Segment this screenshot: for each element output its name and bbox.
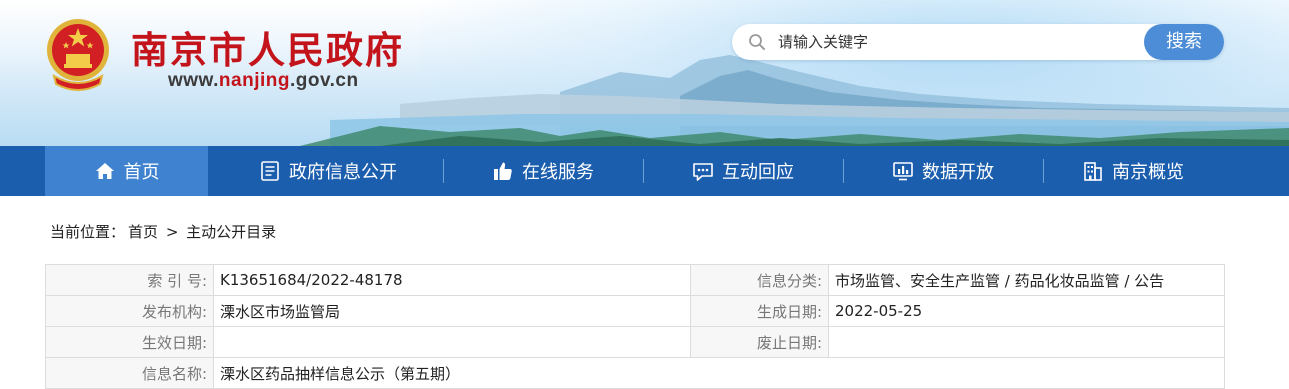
table-row: 信息名称: 溧水区药品抽样信息公示（第五期） [45, 357, 1225, 389]
nav-item-label: 在线服务 [522, 162, 594, 183]
publisher-label: 发布机构: [45, 295, 214, 327]
home-icon [95, 163, 114, 179]
breadcrumb-home-link[interactable]: 首页 [128, 223, 158, 241]
info-name-label: 信息名称: [45, 357, 214, 389]
index-value: K13651684/2022-48178 [213, 264, 691, 296]
search-input[interactable] [778, 30, 1138, 54]
breadcrumb: 当前位置： 首页 > 主动公开目录 [50, 221, 279, 242]
publisher-value: 溧水区市场监管局 [213, 295, 691, 327]
breadcrumb-separator: > [165, 223, 179, 241]
main-nav: 首页 政府信息公开 在线服务 互动回应 数据开放 南京概览 [0, 146, 1289, 196]
header-banner: 南京市人民政府 www.nanjing.gov.cn 搜索 [0, 0, 1289, 146]
breadcrumb-current[interactable]: 主动公开目录 [186, 223, 276, 241]
nav-item-label: 南京概览 [1112, 162, 1184, 183]
table-row: 发布机构: 溧水区市场监管局 生成日期: 2022-05-25 [45, 295, 1225, 327]
nav-item-label: 首页 [123, 162, 160, 183]
nav-item-open-data[interactable]: 数据开放 [843, 146, 1043, 196]
created-date-label: 生成日期: [690, 295, 829, 327]
category-label: 信息分类: [690, 264, 829, 296]
nav-item-gov-info[interactable]: 政府信息公开 [228, 146, 428, 196]
document-icon [261, 161, 279, 181]
table-row: 生效日期: 废止日期: [45, 326, 1225, 358]
effective-date-label: 生效日期: [45, 326, 214, 358]
index-label: 索 引 号: [45, 264, 214, 296]
nav-item-label: 互动回应 [722, 162, 794, 183]
nav-item-nanjing-overview[interactable]: 南京概览 [1043, 146, 1223, 196]
table-row: 索 引 号: K13651684/2022-48178 信息分类: 市场监管、安… [45, 264, 1225, 296]
nav-item-interaction[interactable]: 互动回应 [643, 146, 843, 196]
nav-item-label: 数据开放 [922, 162, 994, 183]
national-emblem-icon [47, 19, 109, 91]
search-icon [749, 34, 765, 50]
info-table: 索 引 号: K13651684/2022-48178 信息分类: 市场监管、安… [45, 264, 1225, 389]
chat-icon [693, 163, 713, 181]
abolished-date-label: 废止日期: [690, 326, 829, 358]
effective-date-value [213, 326, 691, 358]
nav-item-online-service[interactable]: 在线服务 [443, 146, 643, 196]
category-value: 市场监管、安全生产监管 / 药品化妆品监管 / 公告 [828, 264, 1225, 296]
info-name-value: 溧水区药品抽样信息公示（第五期） [213, 357, 1225, 389]
thumbs-up-icon [494, 162, 512, 180]
nav-item-label: 政府信息公开 [289, 162, 397, 183]
site-url: www.nanjing.gov.cn [168, 70, 359, 91]
site-title: 南京市人民政府 [131, 29, 404, 72]
search-box: 搜索 [732, 24, 1224, 60]
building-icon [1084, 162, 1102, 181]
search-button[interactable]: 搜索 [1144, 24, 1224, 60]
breadcrumb-prefix: 当前位置： [50, 223, 126, 241]
abolished-date-value [828, 326, 1225, 358]
created-date-value: 2022-05-25 [828, 295, 1225, 327]
nav-item-home[interactable]: 首页 [45, 146, 208, 196]
data-chart-icon [893, 162, 913, 181]
